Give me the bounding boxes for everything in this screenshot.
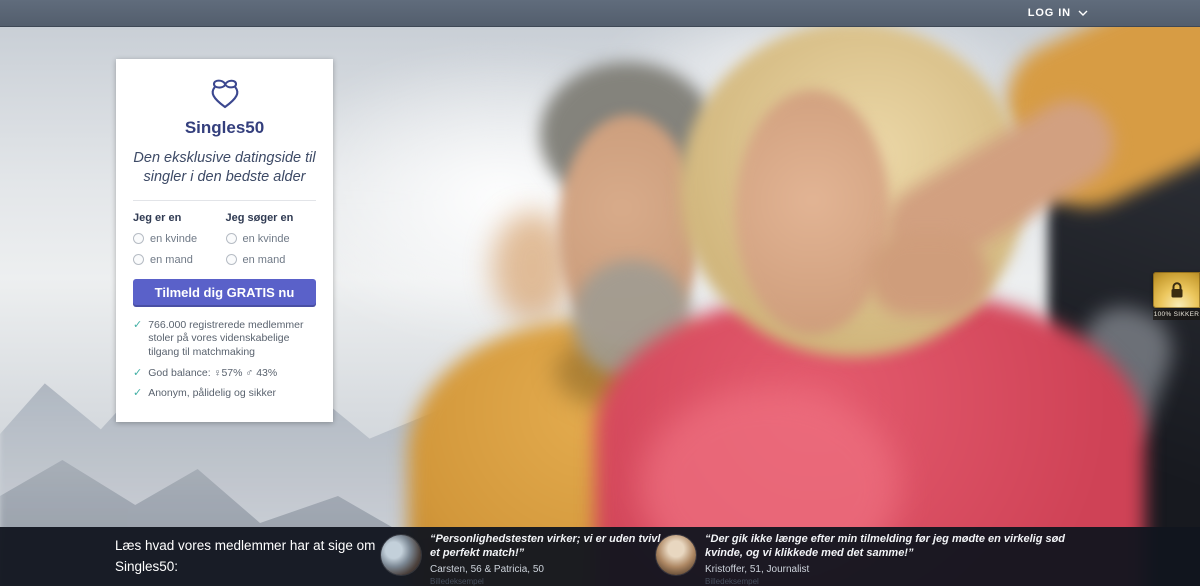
benefit-members: ✓ 766.000 registrerede medlemmer stoler …: [133, 319, 316, 360]
brand-title: Singles50: [133, 118, 316, 138]
lock-icon: [1169, 281, 1185, 299]
testimonial-name: Carsten, 56 & Patricia, 50: [430, 564, 669, 575]
benefit-balance: ✓ God balance: ♀57% ♂ 43%: [133, 367, 316, 381]
check-icon: ✓: [133, 367, 142, 381]
i-am-male-option[interactable]: en mand: [133, 254, 224, 266]
benefit-secure: ✓ Anonym, pålidelig og sikker: [133, 387, 316, 401]
testimonial-note: Billedeksempel: [430, 577, 669, 586]
avatar-couple: [381, 535, 421, 575]
page: LOG IN Singles50 Den eksklusive datingsi…: [0, 0, 1200, 586]
gender-form: Jeg er en en kvinde en mand Jeg søger en…: [133, 212, 316, 275]
radio-label[interactable]: en mand: [243, 254, 286, 266]
login-label: LOG IN: [1028, 7, 1071, 19]
testimonial-name: Kristoffer, 51, Journalist: [705, 564, 1088, 575]
i-am-label: Jeg er en: [133, 212, 224, 224]
seeking-male-option[interactable]: en mand: [226, 254, 317, 266]
benefit-text: Anonym, pålidelig og sikker: [148, 387, 276, 401]
seeking-female-option[interactable]: en kvinde: [226, 233, 317, 245]
testimonial-2: “Der gik ikke længe efter min tilmelding…: [656, 533, 1088, 586]
signup-card: Singles50 Den eksklusive datingside til …: [116, 59, 333, 422]
seeking-label: Jeg søger en: [226, 212, 317, 224]
testimonials-bar: Læs hvad vores medlemmer har at sige om …: [0, 527, 1200, 586]
radio-button[interactable]: [133, 233, 144, 244]
testimonials-heading: Læs hvad vores medlemmer har at sige om …: [115, 536, 377, 578]
testimonial-1-text: “Personlighedstesten virker; vi er uden …: [430, 533, 669, 586]
radio-label[interactable]: en kvinde: [243, 233, 290, 245]
topbar: LOG IN: [0, 0, 1200, 27]
benefit-text: God balance: ♀57% ♂ 43%: [148, 367, 277, 381]
benefits-list: ✓ 766.000 registrerede medlemmer stoler …: [133, 319, 316, 401]
chevron-down-icon: [1078, 10, 1088, 16]
testimonial-1: “Personlighedstesten virker; vi er uden …: [381, 533, 669, 586]
radio-button[interactable]: [226, 233, 237, 244]
testimonial-quote: “Der gik ikke længe efter min tilmelding…: [705, 533, 1088, 561]
check-icon: ✓: [133, 319, 142, 360]
woman-hand: [868, 234, 988, 316]
i-am-female-option[interactable]: en kvinde: [133, 233, 224, 245]
i-am-column: Jeg er en en kvinde en mand: [133, 212, 224, 275]
security-badge: 100% SIKKER: [1153, 272, 1200, 320]
badge-label: 100% SIKKER: [1153, 310, 1200, 320]
heart-infinity-logo-icon: [202, 75, 248, 113]
woman-face: [735, 90, 890, 335]
avatar-man: [656, 535, 696, 575]
check-icon: ✓: [133, 387, 142, 401]
badge-seal: [1153, 272, 1200, 308]
radio-button[interactable]: [133, 254, 144, 265]
login-button[interactable]: LOG IN: [1028, 0, 1088, 26]
tagline: Den eksklusive datingside til singler i …: [133, 149, 316, 187]
seeking-column: Jeg søger en en kvinde en mand: [226, 212, 317, 275]
radio-label[interactable]: en kvinde: [150, 233, 197, 245]
radio-label[interactable]: en mand: [150, 254, 193, 266]
testimonial-note: Billedeksempel: [705, 577, 1088, 586]
signup-button[interactable]: Tilmeld dig GRATIS nu: [133, 279, 316, 307]
divider: [133, 200, 316, 201]
testimonial-2-text: “Der gik ikke længe efter min tilmelding…: [705, 533, 1088, 586]
testimonial-quote: “Personlighedstesten virker; vi er uden …: [430, 533, 669, 561]
benefit-text: 766.000 registrerede medlemmer stoler på…: [148, 319, 316, 360]
radio-button[interactable]: [226, 254, 237, 265]
